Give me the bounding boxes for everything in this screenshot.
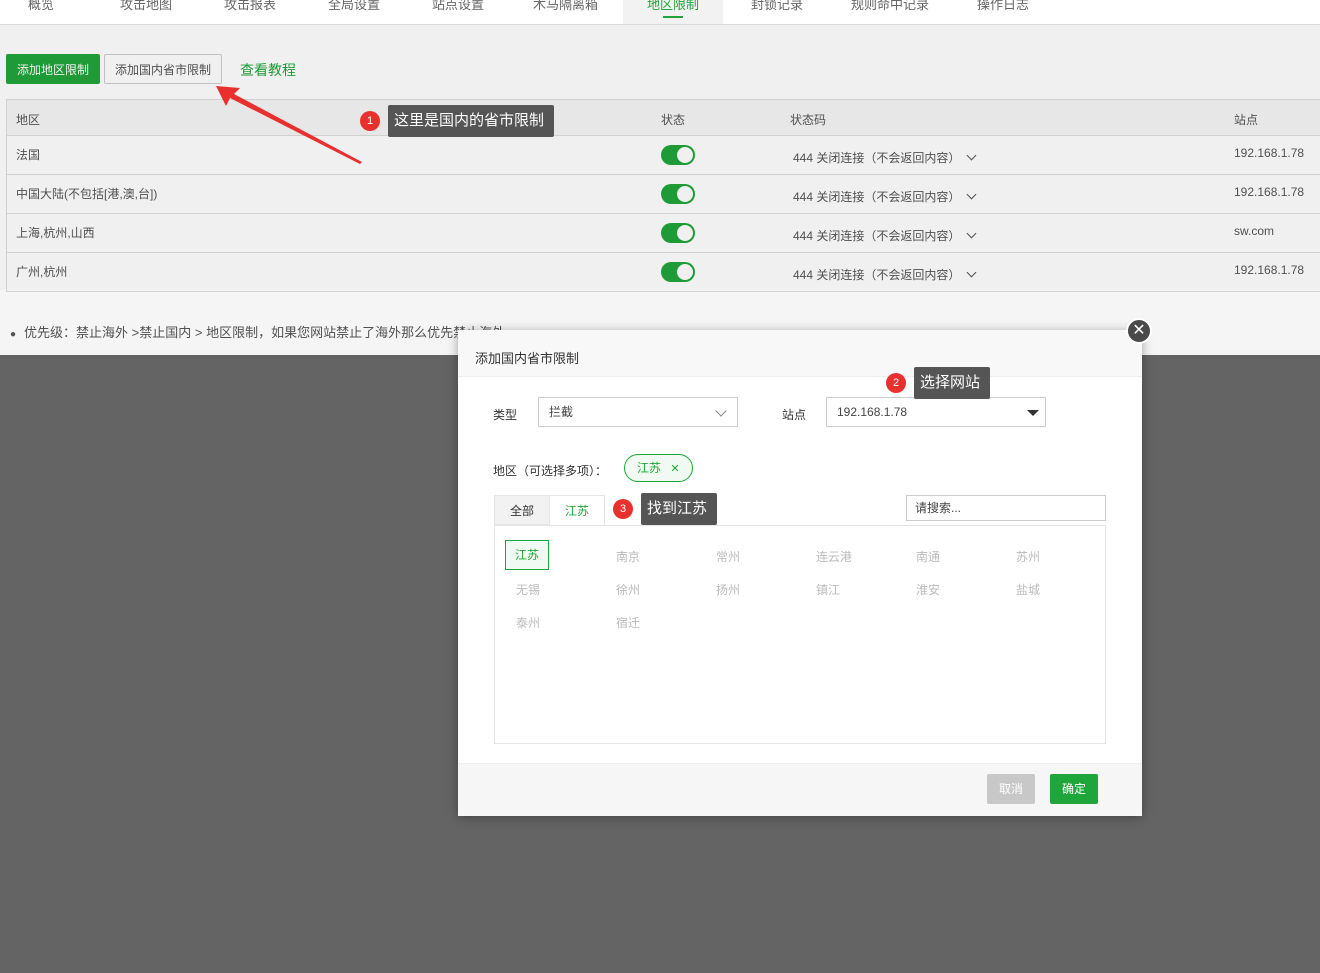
tab-jiangsu[interactable]: 江苏 [549,495,605,525]
city-option[interactable]: 苏州 [1016,548,1040,565]
city-option[interactable]: 盐城 [1016,581,1040,598]
chevron-down-icon [966,150,977,161]
site-select[interactable]: 192.168.1.78 [826,397,1046,427]
row-site: 192.168.1.78 [1234,185,1305,199]
status-toggle[interactable] [661,262,695,282]
top-nav: 概览 攻击地图 攻击报表 全局设置 站点设置 木马隔离箱 地区限制 封锁记录 规… [0,0,1320,25]
type-select[interactable]: 拦截 [538,397,738,427]
confirm-button[interactable]: 确定 [1050,774,1099,804]
status-toggle[interactable] [661,184,695,204]
tab-overview[interactable]: 概览 [28,0,54,13]
close-icon[interactable]: ✕ [1126,318,1152,344]
caret-down-icon [1027,410,1039,416]
header-status-code: 状态码 [790,113,827,127]
tab-attack-report[interactable]: 攻击报表 [224,0,276,13]
status-code-value: 444 关闭连接（不会返回内容） [793,190,961,204]
row-region: 上海,杭州,山西 [16,226,95,240]
status-code-select[interactable]: 444 关闭连接（不会返回内容） [793,266,977,283]
status-code-value: 444 关闭连接（不会返回内容） [793,268,961,282]
city-option[interactable]: 连云港 [816,548,852,565]
city-option[interactable]: 泰州 [516,614,540,631]
selected-region-tag: 江苏 ✕ [624,454,693,482]
city-option[interactable]: 镇江 [816,581,840,598]
tab-all[interactable]: 全部 [494,495,550,525]
status-code-value: 444 关闭连接（不会返回内容） [793,229,961,243]
callout-domestic-limit: 这里是国内的省市限制 [388,105,555,137]
status-toggle[interactable] [661,223,695,243]
chevron-down-icon [966,267,977,278]
header-status: 状态 [661,113,686,127]
toggle-knob [677,264,693,280]
status-toggle[interactable] [661,145,695,165]
city-option[interactable]: 宿迁 [616,614,640,631]
tag-close-icon[interactable]: ✕ [670,463,679,475]
city-option[interactable]: 徐州 [616,581,640,598]
tutorial-link[interactable]: 查看教程 [240,60,296,80]
city-panel: 江苏 南京 常州 连云港 南通 苏州 无锡 徐州 扬州 镇江 淮安 盐城 泰州 … [494,525,1106,744]
type-label: 类型 [493,408,518,422]
callout-select-site: 选择网站 [914,367,991,399]
table-row: 中国大陆(不包括[港,澳,台]) 444 关闭连接（不会返回内容） 192.16… [7,175,1320,214]
chevron-down-icon [966,189,977,200]
table-row: 广州,杭州 444 关闭连接（不会返回内容） 192.168.1.78 [7,253,1320,292]
status-code-value: 444 关闭连接（不会返回内容） [793,151,961,165]
row-site: sw.com [1234,224,1275,238]
site-select-value: 192.168.1.78 [837,405,908,419]
site-label: 站点 [782,408,807,422]
toggle-knob [677,186,693,202]
city-option[interactable]: 南通 [916,548,940,565]
tab-attack-map[interactable]: 攻击地图 [120,0,172,13]
row-site: 192.168.1.78 [1234,263,1305,277]
callout-badge: 1 [360,111,380,131]
header-region: 地区 [16,113,41,127]
row-region: 中国大陆(不包括[港,澳,台]) [16,187,158,201]
city-option[interactable]: 扬州 [716,581,740,598]
toggle-knob [677,225,693,241]
add-domestic-limit-dialog: 添加国内省市限制 ✕ 类型 拦截 站点 192.168.1.78 地区（可选择多… [458,318,1152,816]
tab-global-settings[interactable]: 全局设置 [328,0,380,13]
tab-trojan-quarantine[interactable]: 木马隔离箱 [533,0,598,13]
status-code-select[interactable]: 444 关闭连接（不会返回内容） [793,188,977,205]
city-option[interactable]: 南京 [616,548,640,565]
city-option[interactable]: 淮安 [916,581,940,598]
tab-region-limit[interactable]: 地区限制 [623,0,724,24]
callout-badge: 2 [886,373,906,393]
table-row: 上海,杭州,山西 444 关闭连接（不会返回内容） sw.com [7,214,1320,253]
region-search-input[interactable]: 请搜索... [906,495,1106,521]
header-site: 站点 [1234,113,1259,127]
tab-block-records[interactable]: 封锁记录 [751,0,803,13]
dialog-footer: 取消 确定 [458,763,1142,816]
city-option-selected[interactable]: 江苏 [505,540,549,570]
status-code-select[interactable]: 444 关闭连接（不会返回内容） [793,227,977,244]
tab-rule-hits[interactable]: 规则命中记录 [851,0,929,13]
chevron-down-icon [966,228,977,239]
type-select-value: 拦截 [549,405,574,419]
city-option[interactable]: 无锡 [516,581,540,598]
callout-find-jiangsu: 找到江苏 [641,493,718,525]
region-label: 地区（可选择多项）： [493,464,608,478]
city-option[interactable]: 常州 [716,548,740,565]
toggle-knob [677,147,693,163]
tab-operation-log[interactable]: 操作日志 [977,0,1029,13]
row-region: 广州,杭州 [16,265,68,279]
row-region: 法国 [16,148,41,162]
chevron-down-icon [715,405,727,417]
callout-badge: 3 [613,499,633,519]
tab-site-settings[interactable]: 站点设置 [432,0,484,13]
annotation-arrow-icon [216,86,362,164]
cancel-button[interactable]: 取消 [987,774,1036,804]
add-region-limit-button[interactable]: 添加地区限制 [6,54,101,84]
tag-label: 江苏 [637,461,662,475]
status-code-select[interactable]: 444 关闭连接（不会返回内容） [793,149,977,166]
row-site: 192.168.1.78 [1234,146,1305,160]
dialog-title: 添加国内省市限制 [475,351,580,366]
